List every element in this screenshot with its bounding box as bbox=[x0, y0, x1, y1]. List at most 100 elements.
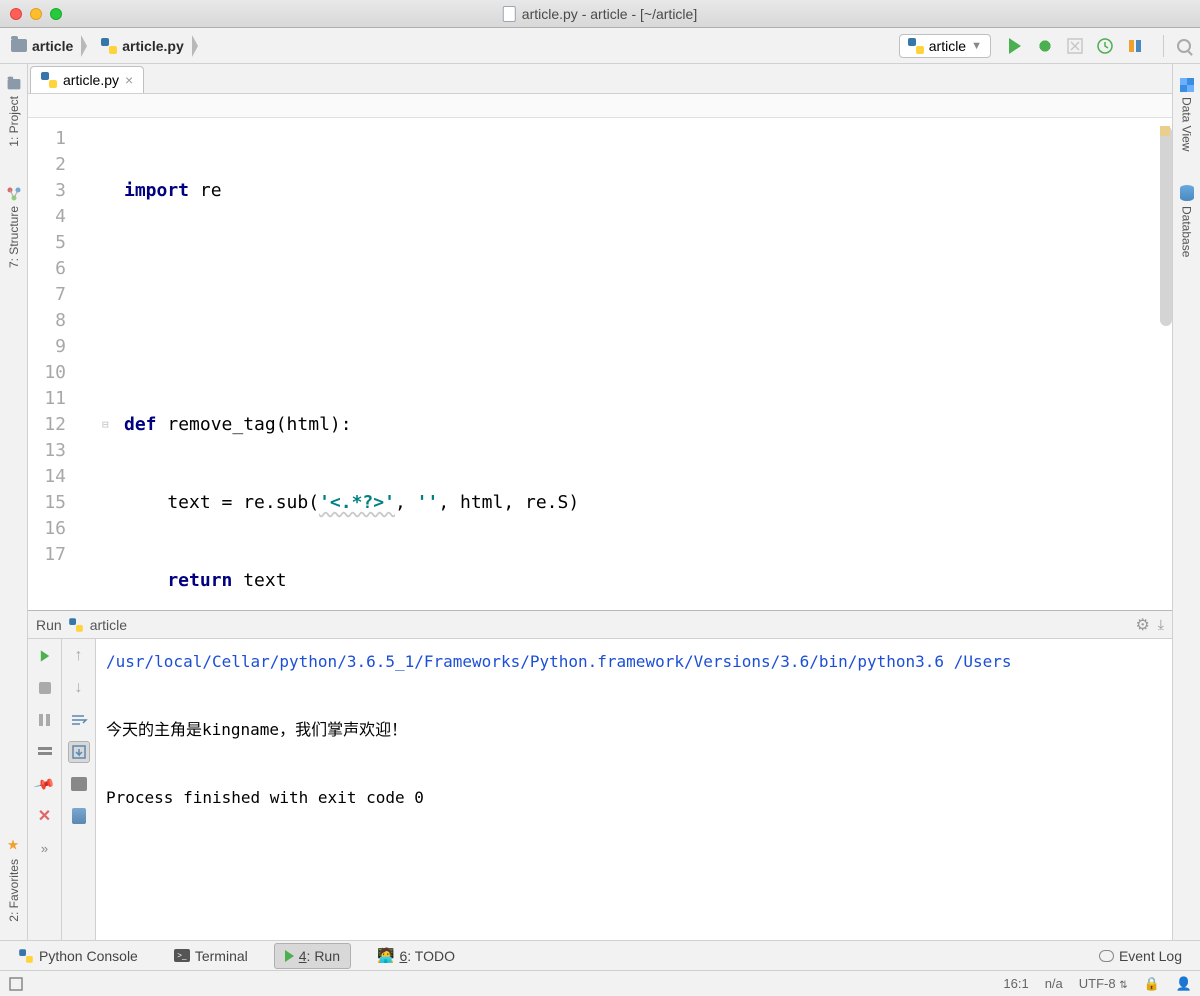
python-icon bbox=[19, 949, 33, 963]
clear-button[interactable] bbox=[68, 805, 90, 827]
breadcrumb-file[interactable]: article.py bbox=[96, 35, 192, 57]
inspector-icon[interactable]: 👤 bbox=[1176, 976, 1192, 992]
bottom-tool-tabs: Python Console >_ Terminal 4: Run 🧑‍💻 6:… bbox=[0, 940, 1200, 970]
run-panel-label: Run bbox=[36, 617, 62, 633]
run-panel-body: 📌 ✕ » ↑ ↓ /usr/local/Cellar/python/3.6.5… bbox=[28, 639, 1172, 940]
tab-terminal[interactable]: >_ Terminal bbox=[164, 944, 258, 968]
pin-button[interactable]: 📌 bbox=[34, 773, 56, 795]
line-number: 13 bbox=[36, 438, 66, 464]
pin-icon: 📌 bbox=[33, 772, 57, 795]
run-panel: Run article ⚙ ⤓ 📌 ✕ » bbox=[28, 610, 1172, 940]
line-number: 8 bbox=[36, 308, 66, 334]
center-column: article.py × 1 2 3 4 5 6 7 8 9 10 11 12 … bbox=[28, 64, 1172, 940]
fold-icon[interactable]: ⊟ bbox=[102, 412, 109, 438]
run-config-selector[interactable]: article ▼ bbox=[899, 34, 991, 58]
threads-icon bbox=[1126, 37, 1144, 55]
todo-icon: 🧑‍💻 bbox=[377, 947, 394, 964]
line-gutter: 1 2 3 4 5 6 7 8 9 10 11 12 13 14 15 16 1… bbox=[28, 118, 80, 610]
cursor-position[interactable]: 16:1 bbox=[1003, 976, 1028, 991]
close-button[interactable]: ✕ bbox=[34, 805, 56, 827]
sidebar-favorites-tab[interactable]: 2: Favorites ★ bbox=[3, 828, 25, 932]
editor-tab-label: article.py bbox=[63, 72, 119, 88]
scroll-to-end-button[interactable] bbox=[68, 741, 90, 763]
minimize-icon[interactable] bbox=[30, 8, 42, 20]
star-icon: ★ bbox=[6, 838, 22, 854]
breadcrumb-project[interactable]: article bbox=[6, 35, 82, 57]
console-output[interactable]: /usr/local/Cellar/python/3.6.5_1/Framewo… bbox=[96, 639, 1172, 940]
rerun-button[interactable] bbox=[34, 645, 56, 667]
line-number: 17 bbox=[36, 542, 66, 568]
sidebar-project-tab[interactable]: 1: Project bbox=[3, 68, 25, 157]
wrap-icon bbox=[70, 713, 88, 727]
close-tab-icon[interactable]: × bbox=[125, 72, 133, 88]
breadcrumb: article article.py bbox=[6, 35, 899, 57]
tab-python-console[interactable]: Python Console bbox=[8, 944, 148, 968]
run-tools-column-2: ↑ ↓ bbox=[62, 639, 96, 940]
status-icon[interactable] bbox=[8, 976, 24, 992]
run-button[interactable] bbox=[1005, 36, 1025, 56]
line-number: 3 bbox=[36, 178, 66, 204]
bug-icon bbox=[1037, 38, 1053, 54]
more-button[interactable]: » bbox=[34, 837, 56, 859]
python-icon bbox=[41, 72, 57, 88]
code-token: return bbox=[124, 570, 232, 591]
debug-button[interactable] bbox=[1035, 36, 1055, 56]
stack-icon bbox=[36, 745, 54, 759]
download-icon[interactable]: ⤓ bbox=[1158, 616, 1164, 633]
gear-icon[interactable]: ⚙ bbox=[1135, 615, 1149, 635]
window-title-text: article.py - article - [~/article] bbox=[522, 6, 697, 22]
python-icon bbox=[69, 618, 83, 632]
tab-event-log[interactable]: Event Log bbox=[1089, 944, 1192, 968]
profile-button[interactable] bbox=[1095, 36, 1115, 56]
close-icon[interactable] bbox=[10, 8, 22, 20]
console-line: /usr/local/Cellar/python/3.6.5_1/Framewo… bbox=[106, 645, 1162, 679]
code-token: text = re.sub( bbox=[124, 492, 319, 513]
concurrent-button[interactable] bbox=[1125, 36, 1145, 56]
sidebar-structure-tab[interactable]: 7: Structure bbox=[4, 177, 24, 278]
print-button[interactable] bbox=[68, 773, 90, 795]
search-button[interactable] bbox=[1174, 36, 1194, 56]
scroll-down-button[interactable]: ↓ bbox=[68, 677, 90, 699]
code-token: , bbox=[395, 492, 417, 513]
play-icon bbox=[40, 650, 48, 661]
line-number: 11 bbox=[36, 386, 66, 412]
editor-tab-article[interactable]: article.py × bbox=[30, 66, 144, 93]
tab-label: Terminal bbox=[195, 948, 248, 964]
line-number: 4 bbox=[36, 204, 66, 230]
code-token: text bbox=[232, 570, 286, 591]
status-na[interactable]: n/a bbox=[1045, 976, 1063, 991]
soft-wrap-button[interactable] bbox=[68, 709, 90, 731]
chevron-down-icon: ▼ bbox=[971, 40, 982, 52]
tab-label: Python Console bbox=[39, 948, 138, 964]
maximize-icon[interactable] bbox=[50, 8, 62, 20]
coverage-button[interactable] bbox=[1065, 36, 1085, 56]
dump-threads-button[interactable] bbox=[34, 741, 56, 763]
status-encoding[interactable]: UTF-8 ⇅ bbox=[1079, 976, 1128, 991]
pause-button[interactable] bbox=[34, 709, 56, 731]
arrow-up-icon: ↑ bbox=[75, 647, 83, 665]
titlebar: article.py - article - [~/article] bbox=[0, 0, 1200, 28]
breadcrumb-project-label: article bbox=[32, 38, 73, 54]
sidebar-database-tab[interactable]: Database bbox=[1177, 175, 1197, 267]
line-number: 5 bbox=[36, 230, 66, 256]
tab-run[interactable]: 4: Run bbox=[274, 943, 351, 969]
run-panel-title: article bbox=[90, 617, 127, 633]
run-panel-header: Run article ⚙ ⤓ bbox=[28, 611, 1172, 639]
run-config-name: article bbox=[929, 38, 966, 54]
lock-icon[interactable]: 🔒 bbox=[1144, 976, 1160, 992]
code-editor[interactable]: 1 2 3 4 5 6 7 8 9 10 11 12 13 14 15 16 1… bbox=[28, 118, 1172, 610]
code-token: def bbox=[124, 414, 157, 435]
bubble-icon bbox=[1099, 950, 1114, 962]
tab-label: 4: Run bbox=[299, 948, 340, 964]
sidebar-project-label: 1: Project bbox=[7, 96, 21, 147]
code-content[interactable]: import re ⊟def remove_tag(html): text = … bbox=[80, 118, 1172, 610]
console-line: Process finished with exit code 0 bbox=[106, 781, 1162, 815]
scroll-up-button[interactable]: ↑ bbox=[68, 645, 90, 667]
tab-todo[interactable]: 🧑‍💻 6: TODO bbox=[367, 943, 465, 968]
coverage-icon bbox=[1066, 37, 1084, 55]
stop-button[interactable] bbox=[34, 677, 56, 699]
run-tools-column-1: 📌 ✕ » bbox=[28, 639, 62, 940]
editor-marker[interactable] bbox=[1160, 126, 1170, 136]
sidebar-dataview-tab[interactable]: Data View bbox=[1177, 68, 1197, 161]
scrollbar-vertical[interactable] bbox=[1160, 126, 1172, 326]
